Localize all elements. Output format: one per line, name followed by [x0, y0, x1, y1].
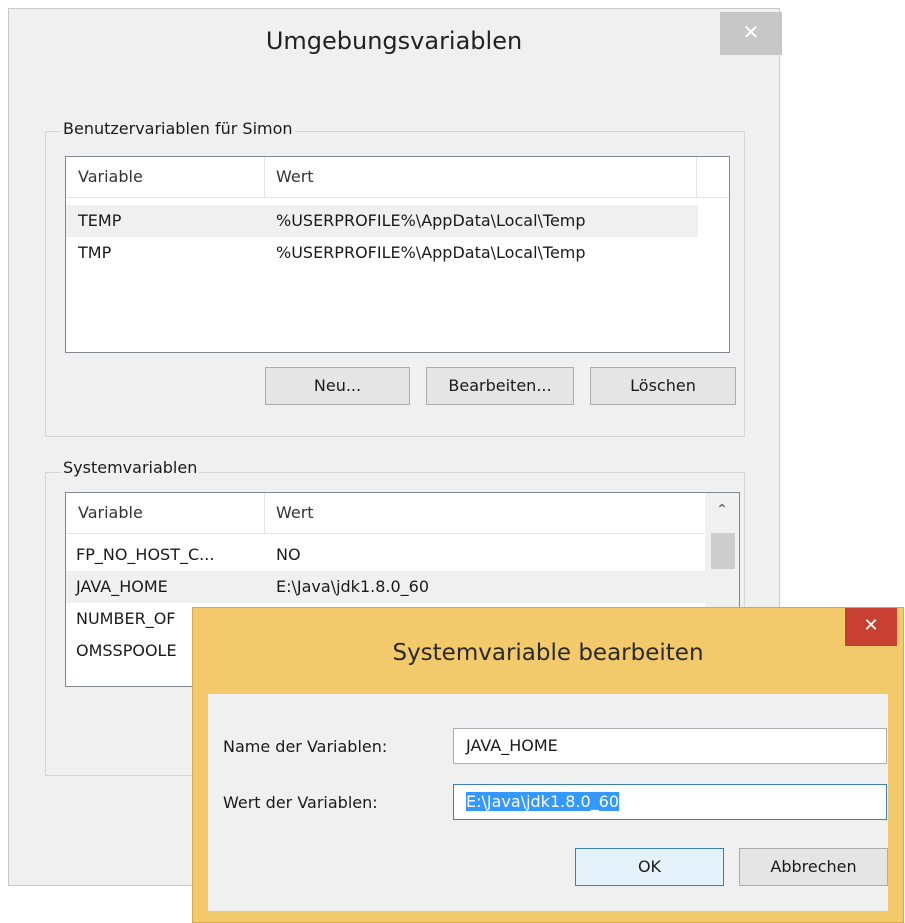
cell-value: NO [276, 545, 301, 564]
column-header-variable[interactable]: Variable [78, 167, 143, 186]
edit-dialog-body: Name der Variablen: JAVA_HOME Wert der V… [208, 694, 888, 911]
column-header-value[interactable]: Wert [276, 503, 314, 522]
table-row[interactable]: TEMP %USERPROFILE%\AppData\Local\Temp [66, 205, 698, 237]
table-row[interactable]: TMP %USERPROFILE%\AppData\Local\Temp [66, 237, 698, 269]
close-icon[interactable]: ✕ [720, 12, 782, 55]
cell-variable: JAVA_HOME [76, 577, 168, 596]
close-icon[interactable]: ✕ [845, 608, 897, 646]
scroll-thumb[interactable] [711, 533, 735, 569]
column-header-variable[interactable]: Variable [78, 503, 143, 522]
cancel-button[interactable]: Abbrechen [739, 848, 888, 886]
table-row[interactable]: FP_NO_HOST_C... NO [66, 539, 706, 571]
new-button[interactable]: Neu... [265, 367, 410, 405]
variable-value-label: Wert der Variablen: [223, 793, 378, 812]
cell-variable: OMSSPOOLE [76, 641, 177, 660]
table-row[interactable]: JAVA_HOME E:\Java\jdk1.8.0_60 [66, 571, 706, 603]
cell-value: E:\Java\jdk1.8.0_60 [276, 577, 430, 596]
user-variables-list[interactable]: Variable Wert TEMP %USERPROFILE%\AppData… [65, 156, 730, 353]
column-header-value[interactable]: Wert [276, 167, 314, 186]
variable-name-label: Name der Variablen: [223, 737, 388, 756]
cell-variable: FP_NO_HOST_C... [76, 545, 215, 564]
variable-name-field[interactable]: JAVA_HOME [453, 728, 887, 764]
delete-button[interactable]: Löschen [590, 367, 736, 405]
cell-value: %USERPROFILE%\AppData\Local\Temp [276, 211, 586, 230]
cell-variable: TEMP [78, 211, 122, 230]
dialog-title: Umgebungsvariablen [265, 27, 523, 55]
list-header: Variable Wert [66, 157, 729, 198]
user-variables-label: Benutzervariablen für Simon [61, 119, 295, 138]
edit-button[interactable]: Bearbeiten... [426, 367, 574, 405]
edit-dialog-title: Systemvariable bearbeiten [392, 640, 704, 666]
cell-value: %USERPROFILE%\AppData\Local\Temp [276, 243, 586, 262]
variable-value-selected-text: E:\Java\jdk1.8.0_60 [466, 792, 620, 811]
variable-value-field[interactable]: E:\Java\jdk1.8.0_60 [453, 784, 887, 820]
cell-variable: NUMBER_OF [76, 609, 176, 628]
ok-button[interactable]: OK [575, 848, 724, 886]
list-header: Variable Wert [66, 493, 705, 534]
cell-variable: TMP [78, 243, 112, 262]
variable-name-value: JAVA_HOME [466, 736, 558, 755]
edit-system-variable-dialog: Systemvariable bearbeiten ✕ Name der Var… [192, 607, 904, 923]
scroll-up-icon[interactable]: ⌃ [705, 493, 739, 527]
system-variables-label: Systemvariablen [61, 458, 200, 477]
